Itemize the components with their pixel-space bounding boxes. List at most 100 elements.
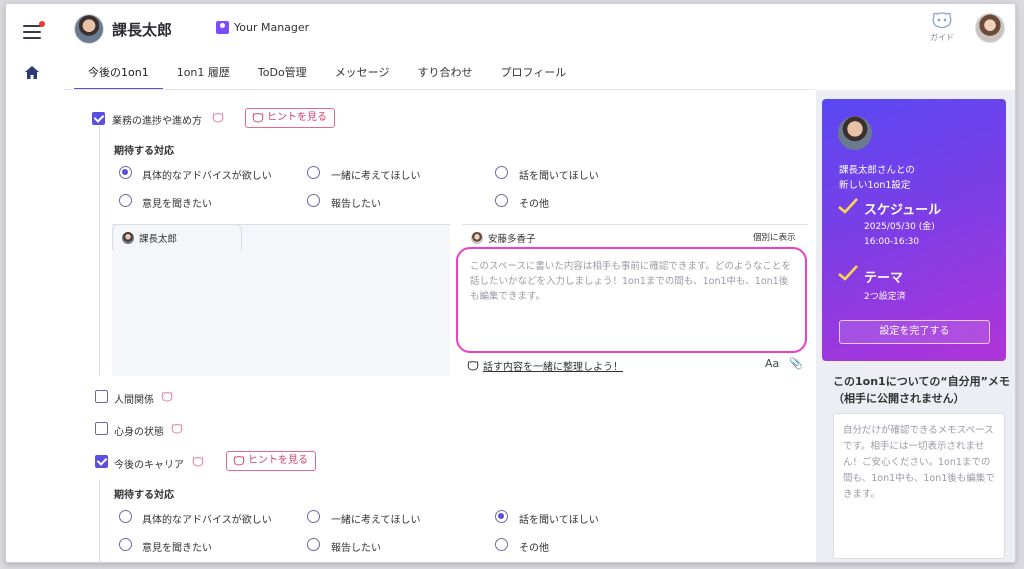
- shared-notes-input[interactable]: このスペースに書いた内容は相手も事前に確認できます。どのようなことを話したいかな…: [456, 247, 807, 353]
- radio-progress-think-together[interactable]: [307, 166, 320, 179]
- manager-badge-label: Your Manager: [234, 21, 310, 34]
- radio-career-opinion[interactable]: [119, 538, 132, 551]
- right-sidebar: 課長太郎さんとの 新しい1on1設定 スケジュール 2025/05/30 (金)…: [816, 90, 1015, 562]
- radio-label: 報告したい: [331, 543, 381, 554]
- attachment-icon[interactable]: 📎: [789, 357, 803, 370]
- member-notes-owner: 安藤多香子: [471, 231, 536, 245]
- show-separately-toggle[interactable]: 個別に表示: [753, 231, 796, 243]
- tab-messages[interactable]: メッセージ: [321, 56, 404, 90]
- hint-button-label: ヒントを見る: [267, 112, 327, 123]
- ghost-icon: [212, 113, 224, 123]
- radio-progress-report[interactable]: [307, 194, 320, 207]
- organize-topics-link[interactable]: 話す内容を一緒に整理しよう！: [467, 358, 623, 373]
- avatar: [838, 116, 872, 150]
- avatar: [122, 232, 134, 244]
- topic-relations-label: 人間関係: [114, 395, 154, 406]
- radio-career-think-together[interactable]: [307, 510, 320, 523]
- radio-progress-opinion[interactable]: [119, 194, 132, 207]
- manager-notes-owner: 課長太郎: [122, 231, 177, 245]
- complete-setup-button[interactable]: 設定を完了する: [839, 320, 990, 344]
- topic-guide-line: [99, 126, 100, 376]
- schedule-title: スケジュール: [864, 203, 942, 218]
- home-icon[interactable]: [25, 66, 39, 79]
- private-memo-title: この1on1についての“自分用”メモ （相手に公開されません）: [833, 373, 1010, 407]
- radio-label: 一緒に考えてほしい: [331, 171, 421, 182]
- text-format-button[interactable]: Aa: [765, 357, 779, 370]
- hint-button-label: ヒントを見る: [248, 455, 308, 466]
- topic-career-label: 今後のキャリア: [114, 460, 184, 471]
- setup-intro-line1: 課長太郎さんとの: [839, 165, 915, 176]
- person-icon: [216, 21, 229, 34]
- radio-career-listen[interactable]: [495, 510, 508, 523]
- owner-name: 課長太郎: [139, 234, 178, 245]
- owner-name: 安藤多香子: [488, 234, 536, 245]
- notification-dot: [39, 21, 45, 27]
- hint-button-progress[interactable]: ヒントを見る: [245, 108, 335, 128]
- manager-badge: Your Manager: [216, 21, 309, 34]
- user-avatar[interactable]: [74, 14, 104, 44]
- user-name: 課長太郎: [112, 21, 173, 39]
- tab-profile[interactable]: プロフィール: [486, 56, 580, 90]
- topic-guide-line: [99, 480, 100, 562]
- topic-career-checkbox[interactable]: [95, 455, 108, 468]
- organize-topics-label: 話す内容を一緒に整理しよう！: [483, 362, 623, 373]
- private-memo-title-line2: （相手に公開されません）: [833, 392, 965, 405]
- guide-button[interactable]: ガイド: [925, 12, 959, 43]
- check-icon: [838, 198, 858, 214]
- radio-career-advice[interactable]: [119, 510, 132, 523]
- tab-todo[interactable]: ToDo管理: [244, 56, 321, 90]
- theme-status: 2つ設定済: [864, 292, 906, 302]
- schedule-time: 16:00-16:30: [864, 237, 920, 247]
- ghost-icon: [192, 457, 204, 467]
- radio-career-other[interactable]: [495, 538, 508, 551]
- expected-response-title: 期待する対応: [114, 490, 174, 501]
- setup-intro: 課長太郎さんとの 新しい1on1設定: [839, 163, 915, 193]
- radio-label: 具体的なアドバイスが欲しい: [142, 171, 272, 182]
- radio-progress-other[interactable]: [495, 194, 508, 207]
- 1on1-setup-card: 課長太郎さんとの 新しい1on1設定 スケジュール 2025/05/30 (金)…: [822, 99, 1006, 361]
- app-window: 課長太郎 Your Manager ガイド 今後の1on1 1on1 履歴 To…: [5, 3, 1016, 563]
- menu-icon[interactable]: [23, 21, 45, 39]
- topic-wellbeing-label: 心身の状態: [114, 427, 164, 438]
- topic-relations-checkbox[interactable]: [95, 390, 108, 403]
- ghost-icon: [467, 360, 479, 370]
- left-rail: [6, 4, 64, 562]
- ghost-icon: [171, 424, 183, 434]
- radio-progress-listen[interactable]: [495, 166, 508, 179]
- setup-intro-line2: 新しい1on1設定: [839, 180, 911, 191]
- avatar: [471, 232, 483, 244]
- ghost-icon: [233, 456, 245, 466]
- radio-label: 話を聞いてほしい: [519, 515, 599, 526]
- check-icon: [838, 265, 858, 281]
- radio-label: 具体的なアドバイスが欲しい: [142, 515, 272, 526]
- radio-label: その他: [519, 543, 549, 554]
- account-avatar[interactable]: [975, 13, 1005, 43]
- radio-label: その他: [519, 199, 549, 210]
- guide-label: ガイド: [930, 33, 954, 42]
- radio-progress-advice[interactable]: [119, 166, 132, 179]
- tab-upcoming-1on1[interactable]: 今後の1on1: [74, 56, 163, 90]
- radio-label: 話を聞いてほしい: [519, 171, 599, 182]
- private-memo-input[interactable]: 自分だけが確認できるメモスペースです。相手には一切表示されません！ご安心ください…: [833, 413, 1005, 559]
- ghost-icon: [252, 113, 264, 123]
- expected-response-title: 期待する対応: [114, 146, 174, 157]
- topics-section: 業務の進捗や進め方 ヒントを見る 期待する対応 具体的なアドバイスが欲しい 一緒…: [64, 90, 816, 562]
- tab-bar: 今後の1on1 1on1 履歴 ToDo管理 メッセージ すり合わせ プロフィー…: [74, 56, 580, 90]
- ghost-icon: [161, 392, 173, 402]
- ghost-icon: [932, 12, 952, 29]
- private-memo-title-line1: この1on1についての“自分用”メモ: [833, 375, 1010, 388]
- topic-progress-label: 業務の進捗や進め方: [112, 116, 202, 127]
- hint-button-career[interactable]: ヒントを見る: [226, 451, 316, 471]
- schedule-date: 2025/05/30 (金): [864, 222, 935, 232]
- radio-label: 一緒に考えてほしい: [331, 515, 421, 526]
- manager-notes-panel: [112, 224, 450, 376]
- topic-wellbeing-checkbox[interactable]: [95, 422, 108, 435]
- radio-label: 報告したい: [331, 199, 381, 210]
- radio-career-report[interactable]: [307, 538, 320, 551]
- theme-title: テーマ: [864, 271, 904, 286]
- tab-alignment[interactable]: すり合わせ: [403, 56, 486, 90]
- tab-1on1-history[interactable]: 1on1 履歴: [163, 56, 244, 90]
- radio-label: 意見を聞きたい: [142, 199, 212, 210]
- topic-progress-checkbox[interactable]: [92, 112, 105, 125]
- radio-label: 意見を聞きたい: [142, 543, 212, 554]
